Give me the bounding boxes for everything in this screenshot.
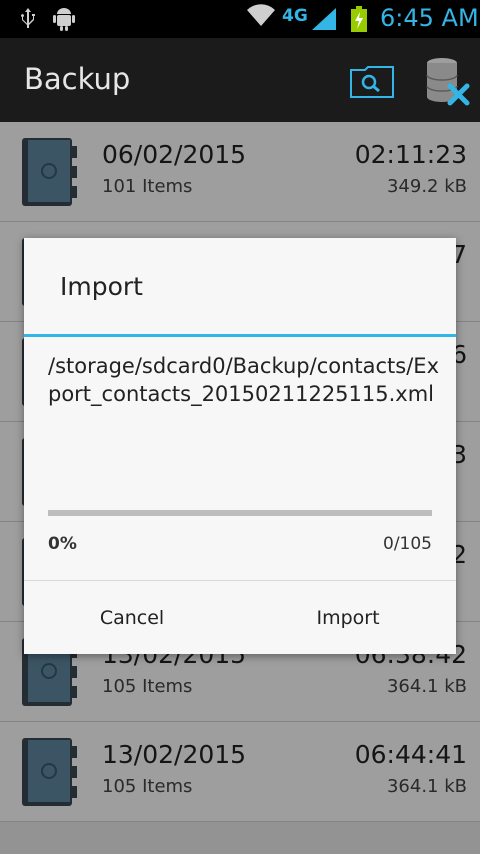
cancel-button[interactable]: Cancel (24, 581, 240, 654)
import-progress-bar (48, 510, 432, 516)
progress-percent: 0% (48, 534, 77, 554)
status-bar: 4G 6:45 AM (0, 0, 480, 38)
dialog-title-divider (24, 334, 456, 337)
wifi-icon (247, 4, 275, 26)
import-file-path: /storage/sdcard0/Backup/contacts/Export_… (48, 354, 439, 406)
database-delete-icon[interactable] (422, 56, 470, 106)
network-type: 4G (282, 6, 308, 26)
import-button[interactable]: Import (240, 581, 456, 654)
dialog-title: Import (60, 272, 143, 301)
search-folder-icon[interactable] (350, 64, 394, 98)
import-dialog: Import /storage/sdcard0/Backup/contacts/… (24, 238, 456, 654)
battery-charging-icon (351, 6, 367, 32)
page-title: Backup (24, 62, 131, 96)
android-debug-icon (53, 8, 75, 31)
signal-icon (312, 8, 336, 30)
action-bar: Backup (0, 38, 480, 122)
usb-icon (21, 8, 35, 28)
progress-count: 0/105 (383, 534, 432, 554)
status-time: 6:45 AM (380, 4, 479, 32)
